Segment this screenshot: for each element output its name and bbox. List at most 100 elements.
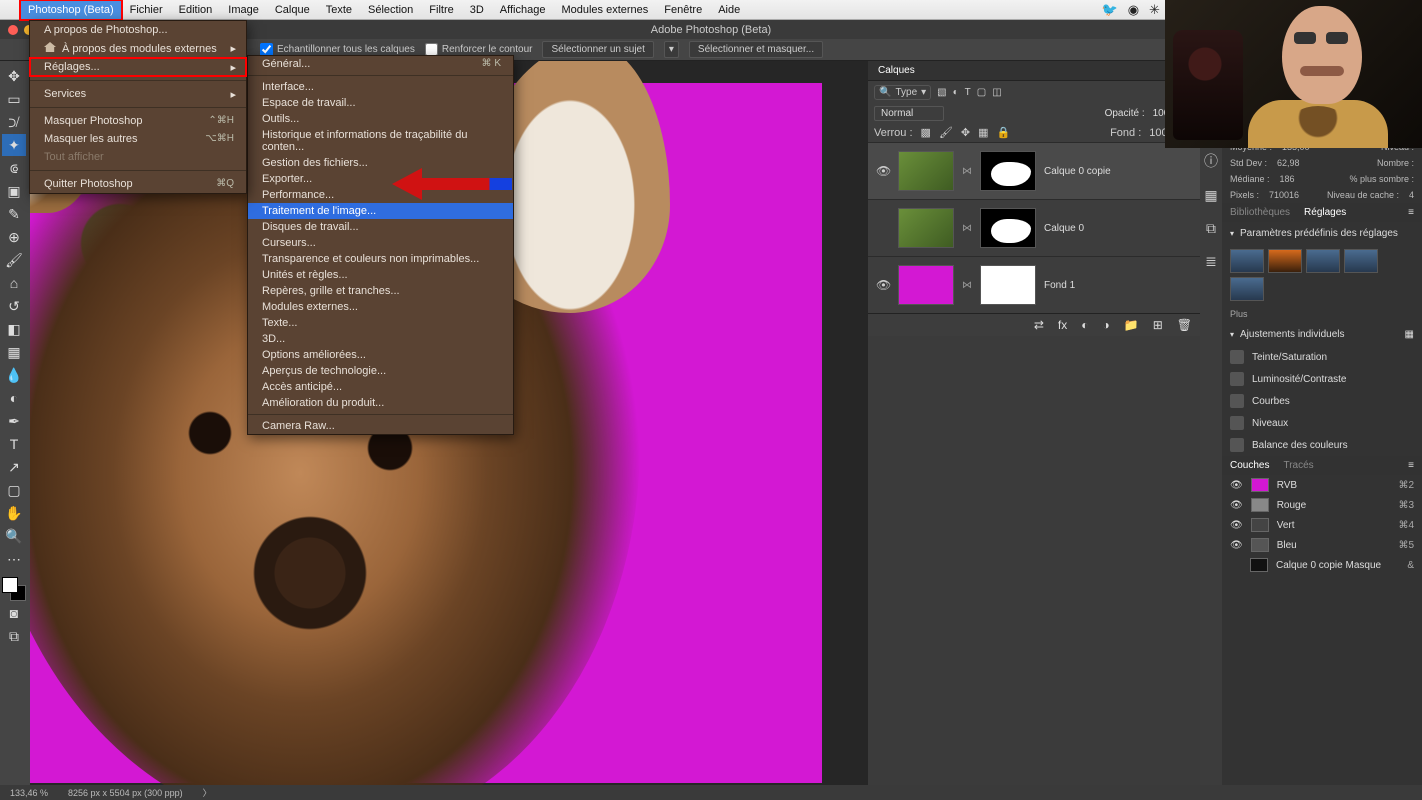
link-icon[interactable]: ⋈ bbox=[962, 280, 972, 291]
menu-calque[interactable]: Calque bbox=[267, 0, 318, 20]
visibility-toggle[interactable]: 👁 bbox=[876, 278, 890, 292]
edit-toolbar[interactable]: ⋯ bbox=[2, 548, 26, 570]
prefs-workspace[interactable]: Espace de travail... bbox=[248, 95, 513, 111]
menu-modules[interactable]: Modules externes bbox=[553, 0, 656, 20]
menu-aide[interactable]: Aide bbox=[710, 0, 748, 20]
menu-hide-photoshop[interactable]: Masquer Photoshop⌃⌘H bbox=[30, 112, 246, 130]
layer-mask-thumbnail[interactable] bbox=[980, 151, 1036, 191]
zoom-tool[interactable]: 🔍 bbox=[2, 525, 26, 547]
clone-tool[interactable]: ⌂ bbox=[2, 272, 26, 294]
shape-tool[interactable]: ▢ bbox=[2, 479, 26, 501]
menu-selection[interactable]: Sélection bbox=[360, 0, 421, 20]
move-tool[interactable]: ✥ bbox=[2, 65, 26, 87]
prefs-transparency[interactable]: Transparence et couleurs non imprimables… bbox=[248, 251, 513, 267]
menu-affichage[interactable]: Affichage bbox=[492, 0, 554, 20]
filter-smart-icon[interactable]: ◫ bbox=[992, 87, 1001, 98]
grid-icon[interactable]: ▦ bbox=[1405, 329, 1414, 340]
prefs-image-processing[interactable]: Traitement de l'image... bbox=[248, 203, 513, 219]
status-chevron-icon[interactable]: 〉 bbox=[203, 786, 212, 799]
path-tool[interactable]: ↗ bbox=[2, 456, 26, 478]
blur-tool[interactable]: 💧 bbox=[2, 364, 26, 386]
channel-row[interactable]: Calque 0 copie Masque& bbox=[1222, 555, 1422, 575]
fx-icon[interactable]: fx bbox=[1058, 318, 1067, 332]
layer-thumbnail[interactable] bbox=[898, 208, 954, 248]
adjust-icon[interactable]: ◑ bbox=[1103, 318, 1110, 332]
menu-services[interactable]: Services bbox=[30, 85, 246, 103]
eye-icon[interactable]: 👁 bbox=[1230, 520, 1243, 531]
channel-row[interactable]: 👁Vert⌘4 bbox=[1222, 515, 1422, 535]
screen-mode[interactable]: ⧉ bbox=[2, 625, 26, 647]
wand-tool[interactable]: ✦ bbox=[2, 134, 26, 156]
group-icon[interactable]: 📁 bbox=[1124, 318, 1139, 332]
layer-thumbnail[interactable] bbox=[898, 151, 954, 191]
channel-row[interactable]: 👁Bleu⌘5 bbox=[1222, 535, 1422, 555]
channel-row[interactable]: 👁Rouge⌘3 bbox=[1222, 495, 1422, 515]
link-icon[interactable]: ⋈ bbox=[962, 223, 972, 234]
preset-thumb[interactable] bbox=[1344, 249, 1378, 273]
adjust-levels[interactable]: Niveaux bbox=[1222, 412, 1422, 434]
layer-row[interactable]: 👁 ⋈ Calque 0 copie bbox=[868, 142, 1200, 199]
prefs-enhanced[interactable]: Options améliorées... bbox=[248, 347, 513, 363]
prefs-plugins[interactable]: Modules externes... bbox=[248, 299, 513, 315]
layer-filter-kind[interactable]: 🔍 Type ▾ bbox=[874, 85, 931, 100]
menu-hide-others[interactable]: Masquer les autres⌥⌘H bbox=[30, 130, 246, 148]
channel-row[interactable]: 👁RVB⌘2 bbox=[1222, 475, 1422, 495]
filter-adjust-icon[interactable]: ◐ bbox=[953, 87, 959, 98]
prefs-tools[interactable]: Outils... bbox=[248, 111, 513, 127]
eye-icon[interactable]: 👁 bbox=[1230, 480, 1243, 491]
adjust-color-balance[interactable]: Balance des couleurs bbox=[1222, 434, 1422, 456]
prefs-product-improvement[interactable]: Amélioration du produit... bbox=[248, 395, 513, 411]
menu-texte[interactable]: Texte bbox=[318, 0, 360, 20]
bird-icon[interactable]: 🐦 bbox=[1102, 2, 1118, 18]
eye-icon[interactable]: 👁 bbox=[1230, 500, 1243, 511]
select-and-mask-button[interactable]: Sélectionner et masquer... bbox=[689, 41, 823, 58]
document-dimensions[interactable]: 8256 px x 5504 px (300 ppp) bbox=[68, 788, 183, 798]
menu-reglages[interactable]: Réglages... bbox=[30, 58, 246, 76]
swatches-icon[interactable]: ▦ bbox=[1204, 187, 1217, 204]
select-subject-dropdown[interactable]: ▾ bbox=[664, 41, 679, 58]
presets-section[interactable]: ▾Paramètres prédéfinis des réglages bbox=[1222, 222, 1422, 245]
preset-thumb[interactable] bbox=[1230, 249, 1264, 273]
lock-paint-icon[interactable]: 🖌 bbox=[939, 126, 953, 139]
spot-heal-tool[interactable]: ⊕ bbox=[2, 226, 26, 248]
adjust-hue-sat[interactable]: Teinte/Saturation bbox=[1222, 346, 1422, 368]
presets-more[interactable]: Plus bbox=[1222, 305, 1422, 323]
prefs-general[interactable]: Général...⌘ K bbox=[248, 56, 513, 72]
hand-tool[interactable]: ✋ bbox=[2, 502, 26, 524]
crop-tool[interactable]: ⟃ bbox=[2, 157, 26, 179]
gradient-tool[interactable]: ▦ bbox=[2, 341, 26, 363]
menu-filtre[interactable]: Filtre bbox=[421, 0, 461, 20]
prefs-guides[interactable]: Repères, grille et tranches... bbox=[248, 283, 513, 299]
menu-edition[interactable]: Edition bbox=[171, 0, 221, 20]
lock-nest-icon[interactable]: ▦ bbox=[978, 126, 988, 139]
layer-row[interactable]: ⋈ Calque 0 bbox=[868, 199, 1200, 256]
tab-couches[interactable]: Couches bbox=[1230, 460, 1269, 471]
prefs-cursors[interactable]: Curseurs... bbox=[248, 235, 513, 251]
tab-reglages[interactable]: Réglages bbox=[1304, 207, 1346, 218]
layer-name[interactable]: Calque 0 copie bbox=[1044, 166, 1111, 177]
quick-mask[interactable]: ◙ bbox=[2, 602, 26, 624]
misc2-icon[interactable]: ≣ bbox=[1205, 253, 1217, 270]
select-subject-button[interactable]: Sélectionner un sujet bbox=[542, 41, 653, 58]
prefs-type[interactable]: Texte... bbox=[248, 315, 513, 331]
layer-mask-thumbnail[interactable] bbox=[980, 265, 1036, 305]
menu-about-plugins[interactable]: À propos des modules externes bbox=[30, 39, 246, 58]
prefs-camera-raw[interactable]: Camera Raw... bbox=[248, 418, 513, 434]
prefs-file-handling[interactable]: Gestion des fichiers... bbox=[248, 155, 513, 171]
mask-icon[interactable]: ◐ bbox=[1081, 318, 1088, 332]
preset-thumb[interactable] bbox=[1230, 277, 1264, 301]
lock-trans-icon[interactable]: ▩ bbox=[921, 126, 931, 139]
tab-traces[interactable]: Tracés bbox=[1283, 460, 1313, 471]
type-tool[interactable]: T bbox=[2, 433, 26, 455]
layers-panel-header[interactable]: Calques ≡ bbox=[868, 61, 1200, 81]
pen-tool[interactable]: ✒ bbox=[2, 410, 26, 432]
filter-pixel-icon[interactable]: ▧ bbox=[937, 87, 946, 98]
visibility-toggle[interactable]: 👁 bbox=[876, 164, 890, 178]
link-layers-icon[interactable]: ⇄ bbox=[1034, 318, 1044, 332]
prefs-scratch-disks[interactable]: Disques de travail... bbox=[248, 219, 513, 235]
delete-layer-icon[interactable]: 🗑 bbox=[1177, 318, 1192, 332]
prefs-units[interactable]: Unités et règles... bbox=[248, 267, 513, 283]
prefs-interface[interactable]: Interface... bbox=[248, 79, 513, 95]
slack-icon[interactable]: ✳ bbox=[1149, 2, 1160, 18]
layer-name[interactable]: Calque 0 bbox=[1044, 223, 1084, 234]
